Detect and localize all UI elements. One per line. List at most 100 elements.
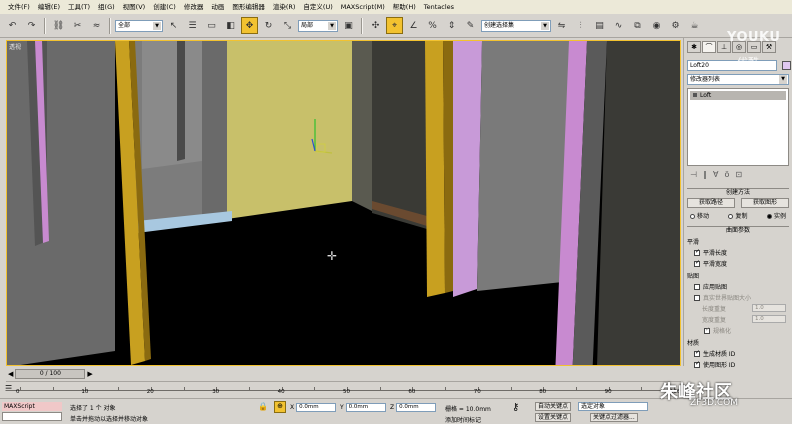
named-selection-dropdown[interactable]: 创建选择集 ▼	[481, 19, 551, 32]
menu-customize[interactable]: 自定义(U)	[299, 0, 336, 14]
menu-group[interactable]: 组(G)	[94, 0, 119, 14]
selection-filter-dropdown[interactable]: 全部 ▼	[115, 19, 163, 32]
y-coord-field[interactable]: 0.0mm	[345, 403, 386, 412]
selected-object-dropdown[interactable]: 选定对象	[578, 402, 648, 411]
radio-copy[interactable]: 复制	[728, 211, 748, 220]
stack-item-loft[interactable]: Loft	[690, 91, 786, 100]
key-icon[interactable]: ⚷	[512, 402, 519, 413]
creation-method-rollout[interactable]: 创建方法	[687, 188, 789, 196]
selection-filter-value: 全部	[118, 21, 131, 29]
rect-region-icon[interactable]: ▭	[203, 17, 220, 34]
pivot-icon[interactable]: ▣	[340, 17, 357, 34]
mirror-icon[interactable]: ⇋	[553, 17, 570, 34]
auto-key-button[interactable]: 自动关键点	[535, 402, 572, 411]
maxscript-listener[interactable]: MAXScript	[2, 402, 62, 411]
set-key-button[interactable]: 设置关键点	[535, 413, 572, 422]
menu-help[interactable]: 帮助(H)	[389, 0, 420, 14]
render-icon[interactable]: ☕	[686, 17, 703, 34]
create-tab-icon[interactable]: ✱	[687, 41, 701, 53]
x-coord-field[interactable]: 0.0mm	[296, 403, 337, 412]
checkbox	[694, 283, 700, 290]
get-buttons-row: 获取路径 获取图形	[687, 198, 789, 208]
edit-named-sel-icon[interactable]: ✎	[462, 17, 479, 34]
track-bar-icon[interactable]: ☰	[5, 384, 12, 393]
pin-stack-icon[interactable]: ⊣	[690, 170, 697, 182]
menu-tools[interactable]: 工具(T)	[64, 0, 94, 14]
checkbox-label: 平滑长度	[703, 250, 728, 257]
window-crossing-icon[interactable]: ◧	[222, 17, 239, 34]
time-slider[interactable]: ◀ 0 / 100 ▶	[6, 368, 681, 380]
menu-view[interactable]: 视图(V)	[119, 0, 150, 14]
gen-material-ids-checkbox[interactable]: 生成材质 ID	[694, 349, 782, 358]
menu-tentacles[interactable]: Tentacles	[420, 0, 458, 14]
bind-spacewarp-icon[interactable]: ≈	[88, 17, 105, 34]
align-icon[interactable]: ⫶	[572, 17, 589, 34]
percent-snap-icon[interactable]: %	[424, 17, 441, 34]
stack-tools: ⊣ ‖ ∀ ö ⊡	[690, 170, 786, 182]
length-repeat-spinner[interactable]: 1.0	[752, 304, 786, 312]
material-editor-icon[interactable]: ◉	[648, 17, 665, 34]
track-bar[interactable]: ☰ 0 10 20 30 40 50 60 70 80 90 100	[5, 381, 681, 397]
chevron-down-icon: ▼	[779, 75, 787, 84]
select-icon[interactable]: ↖	[165, 17, 182, 34]
maxscript-input[interactable]	[2, 412, 62, 421]
reference-coord-dropdown[interactable]: 局部 ▼	[298, 19, 338, 32]
perspective-viewport[interactable]: 透视 ✛	[6, 40, 681, 366]
select-link-icon[interactable]: ⛓	[50, 17, 67, 34]
time-slider-handle[interactable]: 0 / 100	[15, 369, 86, 379]
apply-mapping-checkbox[interactable]: 应用贴图	[694, 282, 782, 291]
surface-params-rollout[interactable]: 曲面参数	[687, 226, 789, 234]
chevron-left-icon[interactable]: ◀	[8, 370, 13, 378]
remove-modifier-icon[interactable]: ö	[724, 170, 729, 182]
curve-editor-icon[interactable]: ∿	[610, 17, 627, 34]
menu-create[interactable]: 创建(C)	[149, 0, 180, 14]
redo-icon[interactable]: ↷	[23, 17, 40, 34]
smooth-length-checkbox[interactable]: 平滑长度	[694, 248, 782, 257]
object-color-swatch[interactable]	[782, 60, 791, 70]
menu-file[interactable]: 文件(F)	[4, 0, 34, 14]
radio-instance[interactable]: 实例	[766, 211, 786, 220]
key-filters-button[interactable]: 关键点过滤器...	[590, 413, 638, 422]
modify-tab-icon[interactable]: ⌒	[702, 41, 716, 53]
menu-graph-editors[interactable]: 图形编辑器	[228, 0, 269, 14]
show-end-result-icon[interactable]: ‖	[703, 170, 707, 182]
unlink-icon[interactable]: ✂	[69, 17, 86, 34]
radio-move[interactable]: 移动	[690, 211, 709, 220]
object-name-field[interactable]: Loft20	[687, 60, 777, 71]
snap-icon[interactable]: ⌖	[386, 17, 403, 34]
lock-selection-icon[interactable]: 🔒	[258, 402, 268, 411]
modifier-list-dropdown[interactable]: 修改器列表 ▼	[687, 74, 789, 85]
select-by-name-icon[interactable]: ☰	[184, 17, 201, 34]
get-shape-button[interactable]: 获取图形	[741, 198, 789, 208]
z-coord-field[interactable]: 0.0mm	[396, 403, 437, 412]
menu-maxscript[interactable]: MAXScript(M)	[337, 0, 389, 14]
real-world-map-checkbox[interactable]: 真实世界贴图大小	[694, 293, 782, 302]
undo-icon[interactable]: ↶	[4, 17, 21, 34]
track-tick-label: 50	[343, 389, 350, 395]
rotate-icon[interactable]: ↻	[260, 17, 277, 34]
menu-rendering[interactable]: 渲染(R)	[269, 0, 300, 14]
render-setup-icon[interactable]: ⚙	[667, 17, 684, 34]
menu-animation[interactable]: 动画	[207, 0, 228, 14]
make-unique-icon[interactable]: ∀	[713, 170, 718, 182]
get-path-button[interactable]: 获取路径	[687, 198, 735, 208]
normalize-checkbox[interactable]: 规格化	[704, 326, 782, 335]
width-repeat-spinner[interactable]: 1.0	[752, 315, 786, 323]
angle-snap-icon[interactable]: ∠	[405, 17, 422, 34]
spinner-snap-icon[interactable]: ⇕	[443, 17, 460, 34]
menu-edit[interactable]: 编辑(E)	[34, 0, 64, 14]
viewport-label[interactable]: 透视	[9, 42, 21, 51]
schematic-icon[interactable]: ⧉	[629, 17, 646, 34]
menu-modifiers[interactable]: 修改器	[180, 0, 208, 14]
configure-sets-icon[interactable]: ⊡	[735, 170, 742, 182]
chevron-right-icon[interactable]: ▶	[87, 370, 92, 378]
scale-icon[interactable]: ⤡	[279, 17, 296, 34]
use-shape-ids-checkbox[interactable]: 使用图形 ID	[694, 360, 782, 369]
layer-manager-icon[interactable]: ▤	[591, 17, 608, 34]
move-icon[interactable]: ✥	[241, 17, 258, 34]
absolute-mode-icon[interactable]: ⊕	[274, 401, 286, 413]
bulb-icon[interactable]	[693, 93, 697, 97]
add-time-tag[interactable]: 添加时间标记	[445, 415, 481, 424]
manipulate-icon[interactable]: ✣	[367, 17, 384, 34]
smooth-width-checkbox[interactable]: 平滑宽度	[694, 259, 782, 268]
